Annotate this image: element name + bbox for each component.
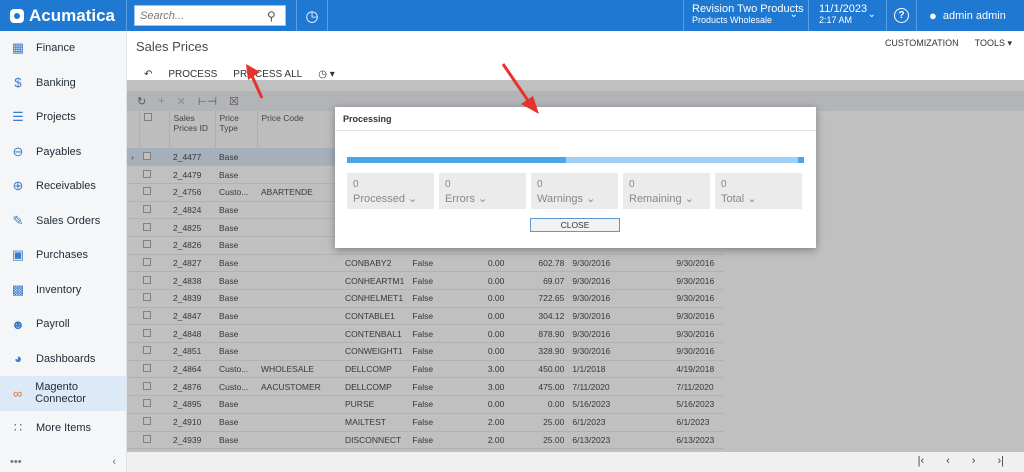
stat-label: Warnings — [537, 193, 584, 205]
calculator-icon: ▦ — [11, 40, 25, 56]
history-icon: ◷ — [305, 7, 319, 25]
chevron-down-icon: ⌄ — [867, 9, 876, 20]
stat-processed[interactable]: 0 Processed ⌄ — [347, 173, 434, 209]
stat-warnings[interactable]: 0 Warnings ⌄ — [531, 173, 618, 209]
sidebar-item-banking[interactable]: $ Banking — [0, 66, 126, 101]
sidebar-item-label: Payroll — [36, 318, 70, 331]
stat-label: Processed — [353, 193, 405, 205]
sidebar-item-dashboards[interactable]: ◕ Dashboards — [0, 342, 126, 377]
processing-stats: 0 Processed ⌄ 0 Errors ⌄ 0 Warnings ⌄ 0 Rema… — [347, 173, 802, 209]
sidebar-footer: ••• ‹ — [0, 452, 126, 472]
minus-circle-icon: ⊖ — [12, 143, 24, 159]
search-placeholder: Search... — [140, 9, 185, 22]
stat-value: 0 — [537, 179, 543, 190]
sidebar: ▦ Finance $ Banking ☰ Projects ⊖ Payables ⊕ R… — [0, 31, 127, 472]
processing-dialog: Processing 0 Processed ⌄ 0 Errors ⌄ 0 Warni… — [335, 107, 816, 248]
stat-value: 0 — [445, 179, 451, 190]
sidebar-item-label: Banking — [36, 76, 76, 89]
page-title: Sales Prices — [136, 39, 209, 54]
tenant-selector[interactable]: Revision Two Products Products Wholesale… — [683, 0, 808, 31]
progress-tail — [798, 157, 804, 163]
last-page-icon[interactable]: ›| — [997, 455, 1004, 467]
chevron-down-icon: ⌄ — [478, 193, 488, 205]
progress-fill — [347, 157, 567, 163]
sidebar-item-label: Inventory — [36, 283, 82, 296]
dialog-title: Processing — [335, 107, 816, 131]
sidebar-item-label: Receivables — [36, 180, 96, 193]
customization-menu[interactable]: CUSTOMIZATION — [885, 38, 959, 49]
stat-value: 0 — [629, 179, 635, 190]
search-input[interactable]: Search... ⚲ — [134, 5, 286, 26]
sidebar-item-payroll[interactable]: ☻ Payroll — [0, 307, 126, 342]
chevron-down-icon: ⌄ — [408, 193, 418, 205]
user-icon: ● — [929, 8, 937, 23]
brand-name: Acumatica — [29, 5, 115, 25]
history-button[interactable]: ◷ — [296, 0, 328, 31]
sidebar-item-label: Purchases — [36, 249, 88, 262]
help-icon: ? — [894, 8, 909, 23]
collapse-chevron-icon[interactable]: ‹ — [112, 456, 116, 468]
gauge-icon: ◕ — [14, 351, 22, 367]
logo-mark-icon — [10, 8, 24, 23]
prev-page-icon[interactable]: ‹ — [946, 455, 950, 467]
stat-errors[interactable]: 0 Errors ⌄ — [439, 173, 526, 209]
sidebar-item-label: Dashboards — [36, 352, 96, 365]
dollar-icon: $ — [14, 75, 22, 91]
tools-label: TOOLS — [974, 38, 1005, 48]
dots-icon[interactable]: ••• — [10, 456, 22, 468]
sidebar-item-more-items[interactable]: ∷ More Items — [0, 411, 126, 446]
person-dollar-icon: ☻ — [11, 316, 25, 332]
sidebar-item-finance[interactable]: ▦ Finance — [0, 31, 126, 66]
stat-label: Total — [721, 193, 745, 205]
sidebar-item-sales-orders[interactable]: ✎ Sales Orders — [0, 204, 126, 239]
chevron-down-icon: ⌄ — [789, 9, 798, 20]
first-page-icon[interactable]: |‹ — [918, 455, 925, 467]
sidebar-item-receivables[interactable]: ⊕ Receivables — [0, 169, 126, 204]
plus-circle-icon: ⊕ — [12, 178, 24, 194]
chevron-down-icon: ⌄ — [684, 193, 694, 205]
sidebar-item-purchases[interactable]: ▣ Purchases — [0, 238, 126, 273]
grid-icon: ∷ — [13, 419, 23, 435]
sidebar-item-label: Projects — [36, 111, 76, 124]
annotation-arrow-processing — [501, 63, 539, 114]
sidebar-item-label: Payables — [36, 145, 82, 158]
stat-value: 0 — [721, 179, 727, 190]
stat-label: Remaining — [629, 193, 682, 205]
progress-bar — [347, 157, 804, 163]
sidebar-item-inventory[interactable]: ▩ Inventory — [0, 273, 126, 308]
sidebar-item-label: Magento Connector — [35, 381, 86, 406]
search-icon[interactable]: ⚲ — [267, 9, 285, 23]
cart-icon: ▣ — [11, 247, 25, 263]
acumatica-logo[interactable]: Acumatica — [0, 0, 127, 31]
sidebar-item-magento-connector[interactable]: ∞ Magento Connector — [0, 376, 126, 411]
annotation-arrow-process-all — [246, 64, 264, 99]
grid-pager: |‹ ‹ › ›| — [127, 452, 1024, 472]
top-bar: Acumatica Search... ⚲ ◷ Revision Two Pro… — [0, 0, 1024, 31]
next-page-icon[interactable]: › — [972, 455, 976, 467]
sidebar-item-projects[interactable]: ☰ Projects — [0, 100, 126, 135]
help-button[interactable]: ? — [886, 0, 916, 31]
sidebar-item-label: Sales Orders — [36, 214, 101, 227]
top-links: CUSTOMIZATION TOOLS ▾ — [885, 38, 1012, 49]
magento-icon: ∞ — [12, 385, 23, 401]
business-date-selector[interactable]: 11/1/2023 2:17 AM ⌄ — [808, 0, 886, 31]
edit-icon: ✎ — [12, 212, 24, 228]
sidebar-item-label: Finance — [36, 42, 76, 55]
user-menu[interactable]: ● admin admin — [916, 0, 1024, 31]
sidebar-item-payables[interactable]: ⊖ Payables — [0, 135, 126, 170]
tools-menu[interactable]: TOOLS ▾ — [975, 38, 1012, 49]
truck-icon: ▩ — [11, 281, 25, 297]
chevron-down-icon: ⌄ — [747, 193, 757, 205]
chevron-down-icon: ⌄ — [586, 193, 596, 205]
stat-value: 0 — [353, 179, 359, 190]
stat-remaining[interactable]: 0 Remaining ⌄ — [623, 173, 710, 209]
sidebar-item-label: More Items — [36, 421, 92, 434]
user-name: admin admin — [942, 9, 1006, 22]
stat-total[interactable]: 0 Total ⌄ — [715, 173, 802, 209]
list-icon: ☰ — [12, 109, 24, 125]
close-button[interactable]: CLOSE — [530, 218, 620, 232]
stat-label: Errors — [445, 193, 475, 205]
